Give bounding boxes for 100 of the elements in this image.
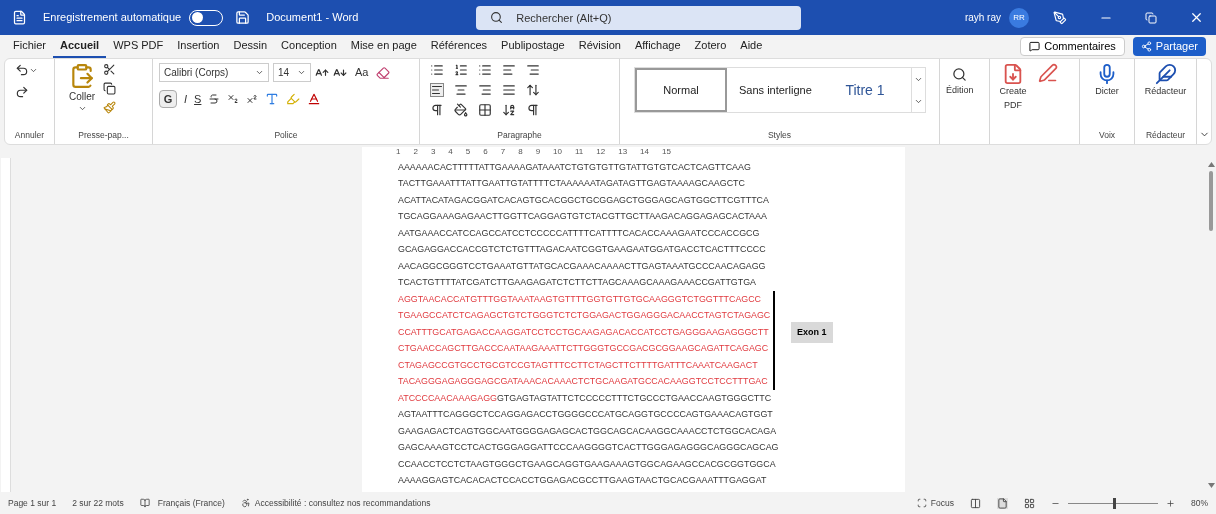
group-label: Voix	[1097, 129, 1117, 143]
ruler-number: 11	[575, 148, 584, 156]
increase-indent-icon[interactable]	[526, 63, 540, 77]
page-count[interactable]: Page 1 sur 1	[8, 496, 57, 510]
group-label: Presse-pap...	[77, 129, 130, 143]
ruler-number: 2	[413, 148, 418, 156]
menu-tab[interactable]: Révision	[571, 35, 628, 58]
autosave-label: Enregistrement automatique	[43, 10, 182, 26]
group-label: Paragraphe	[496, 129, 543, 143]
zoom-in-icon[interactable]	[1166, 498, 1175, 508]
accessibility-icon[interactable]	[240, 498, 251, 508]
justify-icon[interactable]	[502, 83, 516, 97]
bold-button[interactable]: G	[159, 90, 177, 108]
comments-button[interactable]: Commentaires	[1020, 37, 1125, 56]
read-mode-icon[interactable]	[970, 497, 981, 509]
word-icon[interactable]	[12, 10, 27, 25]
restore-icon[interactable]	[1145, 11, 1157, 24]
redo-icon[interactable]	[15, 85, 29, 99]
sequence-text: ACATTACATAGACGGATCACAGTGCACGGCTGCGGAGCTGGGAGCAGTGGCTTCGTTTCA	[398, 194, 769, 205]
ruler-number: 1	[396, 148, 401, 156]
font-color-icon[interactable]	[307, 92, 322, 106]
language[interactable]: Français (France)	[157, 496, 225, 510]
proofing-icon[interactable]	[139, 498, 150, 508]
style-option[interactable]: Normal	[635, 68, 727, 112]
sequence-text: GTGAGTAGTATTCTCCCCCTTTCTGCCCTGAACCAAGTGGGCTTC	[496, 392, 772, 403]
shading-icon[interactable]	[454, 103, 468, 117]
focus-button[interactable]: Focus	[916, 496, 954, 510]
ruler-number: 3	[430, 148, 436, 156]
copy-icon[interactable]	[103, 82, 117, 95]
menu-tab[interactable]: Zotero	[687, 35, 734, 58]
pen-icon[interactable]	[1053, 10, 1067, 25]
superscript-icon[interactable]	[246, 93, 259, 105]
menu-tab[interactable]: Conception	[274, 35, 344, 58]
align-center-icon[interactable]	[454, 83, 468, 97]
zoom-slider[interactable]	[1068, 497, 1158, 509]
scrollbar-thumb[interactable]	[1209, 171, 1213, 231]
show-marks-icon[interactable]	[526, 103, 540, 117]
dictate-button[interactable]: Dicter	[1086, 63, 1128, 99]
style-option[interactable]: Titre 1	[819, 68, 911, 112]
search-field[interactable]: Rechercher (Alt+Q)	[476, 6, 802, 30]
subscript-icon[interactable]	[227, 93, 240, 105]
style-option[interactable]: Sans interligne	[727, 68, 819, 112]
paste-button[interactable]: Coller	[69, 63, 96, 114]
zoom-level[interactable]: 80%	[1191, 496, 1208, 510]
menu-tab[interactable]: Aide	[733, 35, 770, 58]
paintbrush-icon[interactable]	[103, 101, 117, 114]
close-icon[interactable]	[1189, 10, 1204, 25]
sort-icon[interactable]	[502, 103, 516, 117]
sequence-text: TCACTGTTTTATCGATCTTGAAGAGATCTCTTCTTAGCAAAGCAAAGAAACCGATTGTGA	[398, 277, 756, 288]
borders-icon[interactable]	[478, 103, 492, 117]
menu-tab[interactable]: Fichier	[6, 35, 53, 58]
text-direction-icon[interactable]	[430, 103, 444, 117]
menu-tab[interactable]: WPS PDF	[106, 35, 171, 58]
save-icon[interactable]	[235, 10, 251, 25]
font-size-field[interactable]: 14	[273, 63, 311, 82]
undo-icon[interactable]	[15, 63, 29, 77]
web-layout-icon[interactable]	[1024, 497, 1035, 509]
accessibility-status[interactable]: Accessibilité : consultez nos recommandations	[254, 496, 431, 510]
text-effects-icon[interactable]	[265, 92, 280, 106]
bullets-icon[interactable]	[430, 63, 444, 77]
menu-tab[interactable]: Dessin	[226, 35, 275, 58]
multilevel-list-icon[interactable]	[478, 63, 492, 77]
editor-button[interactable]: Rédacteur	[1141, 63, 1190, 99]
sequence-text: AGTAATTTCAGGGCTCCAGGAGACCTGGGGCCCATGCAGGTGCCCCAGTGAAACAGTGGT	[398, 409, 773, 420]
menu-tab[interactable]: Références	[423, 35, 495, 58]
user-name: rayh ray	[964, 11, 1001, 25]
change-case-button[interactable]: Aa	[351, 64, 373, 81]
numbering-icon[interactable]	[454, 63, 468, 77]
focus-icon	[916, 498, 927, 508]
font-name-field[interactable]: Calibri (Corps)	[159, 63, 269, 82]
italic-button[interactable]: I	[184, 90, 188, 108]
sequence-text: ATCCCCAACAAAGAGG	[398, 392, 497, 403]
line-spacing-icon[interactable]	[526, 83, 540, 97]
sign-icon[interactable]	[1038, 63, 1058, 83]
user-avatar[interactable]: RR	[1009, 7, 1029, 28]
exon-label: Exon 1	[791, 321, 833, 343]
sequence-text: GAGCAAAGTCCTCACTGGGAGGATTCCCAAGGGGTCACTTGGGAGAGGGCAGGGCAGCAG	[398, 442, 779, 453]
align-left-icon[interactable]	[430, 83, 444, 97]
ruler-number: 6	[483, 148, 488, 156]
decrease-indent-icon[interactable]	[502, 63, 516, 77]
scroll-down-icon[interactable]	[1207, 483, 1215, 488]
menu-tab[interactable]: Mise en page	[343, 35, 424, 58]
align-right-icon[interactable]	[478, 83, 492, 97]
menu-tab[interactable]: Insertion	[170, 35, 227, 58]
menu-tab[interactable]: Affichage	[627, 35, 688, 58]
ruler-number: 8	[518, 148, 523, 156]
clear-format-icon[interactable]	[376, 65, 391, 80]
scroll-up-icon[interactable]	[1207, 162, 1215, 167]
ruler-number: 14	[640, 148, 649, 156]
scissors-icon[interactable]	[103, 63, 117, 76]
ruler-number: 9	[535, 148, 541, 156]
underline-button[interactable]: S	[194, 90, 202, 108]
word-count[interactable]: 2 sur 22 mots	[72, 496, 124, 510]
editing-button[interactable]: Édition	[946, 63, 974, 98]
strikethrough-icon[interactable]	[208, 93, 221, 105]
sequence-text: AAAAAACACTTTTTATTGAAAAGATAAATCTGTGTGTTGTATTGTGTCACTCAGTTCAAG	[398, 161, 751, 172]
share-button[interactable]: Partager	[1132, 37, 1206, 56]
menu-tab[interactable]: Publipostage	[494, 35, 572, 58]
create-pdf-button[interactable]: Create PDF	[996, 63, 1030, 112]
print-layout-icon[interactable]	[997, 497, 1008, 509]
